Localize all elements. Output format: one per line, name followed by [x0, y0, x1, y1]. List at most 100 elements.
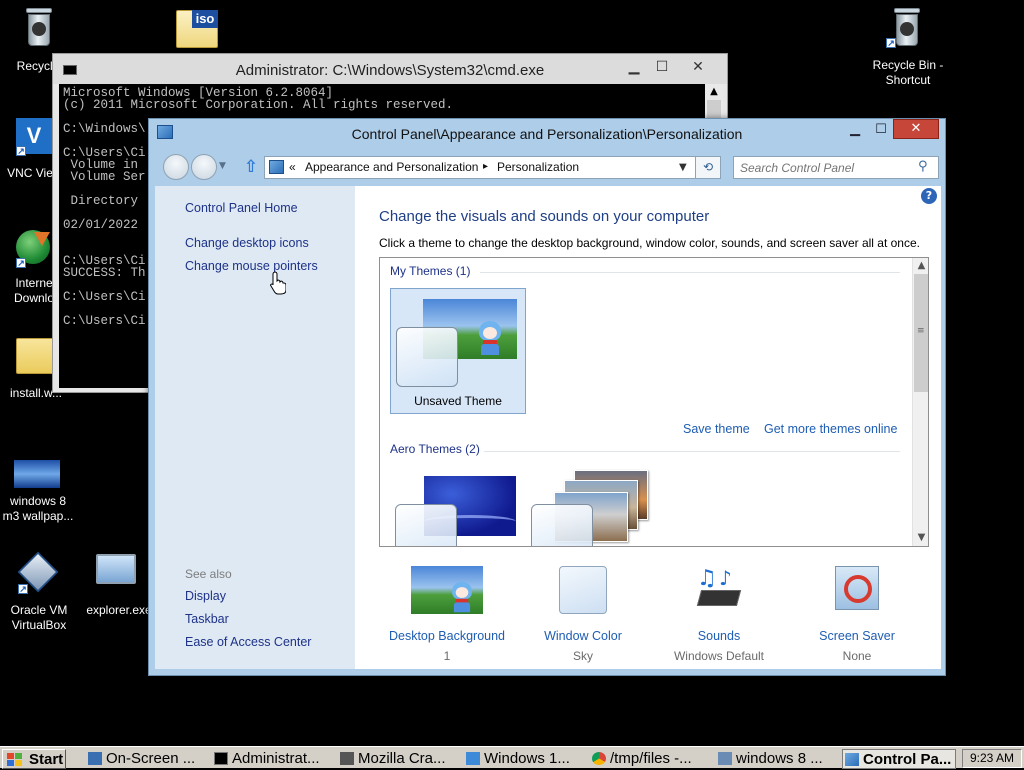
- console-line: 02/01/2022: [63, 218, 139, 232]
- unsaved-theme-tile[interactable]: Unsaved Theme: [390, 288, 526, 414]
- scroll-up-arrow-icon[interactable]: ▲: [705, 84, 723, 100]
- recent-pages-dropdown-icon[interactable]: ▼: [219, 161, 226, 171]
- iso-file-icon[interactable]: iso: [170, 4, 226, 52]
- themes-scrollbar[interactable]: ▲ ≡ ▼: [912, 258, 928, 546]
- wallpaper-label: windows 8 m3 wallpap...: [2, 494, 74, 523]
- search-box[interactable]: ⚲: [733, 156, 939, 179]
- taskbar-item-onscreen-keyboard[interactable]: On-Screen ...: [86, 749, 204, 769]
- console-line: (c) 2011 Microsoft Corporation. All righ…: [63, 98, 454, 112]
- virtualbox-icon[interactable]: ↗ Oracle VM VirtualBox: [4, 551, 74, 632]
- page-heading: Change the visuals and sounds on your co…: [379, 208, 710, 225]
- sounds-value: Windows Default: [673, 649, 765, 663]
- control-panel-window[interactable]: Control Panel\Appearance and Personaliza…: [148, 118, 946, 676]
- window-color-link[interactable]: Window Color: [525, 629, 641, 643]
- screen-saver-icon: [835, 566, 879, 610]
- computer-icon: [96, 554, 136, 584]
- taskbar-item-control-panel[interactable]: Control Pa...: [842, 749, 956, 769]
- landscapes-theme-tile[interactable]: [528, 470, 658, 546]
- ease-of-access-link[interactable]: Ease of Access Center: [185, 635, 311, 649]
- taskbar-item-label: On-Screen ...: [106, 750, 196, 767]
- themes-list[interactable]: My Themes (1) Unsaved Theme Save theme G…: [379, 257, 929, 547]
- crash-reporter-icon: [340, 752, 354, 765]
- control-panel-title: Control Panel\Appearance and Personaliza…: [351, 126, 743, 142]
- explorer-exe-icon[interactable]: explorer.exe: [84, 552, 154, 622]
- hand-cursor-icon: [270, 271, 286, 295]
- taskbar-item-mozilla-crash[interactable]: Mozilla Cra...: [338, 749, 456, 769]
- scroll-up-arrow-icon[interactable]: ▲: [913, 258, 928, 274]
- taskbar-item-label: Mozilla Cra...: [358, 750, 446, 767]
- taskbar-link[interactable]: Taskbar: [185, 612, 229, 626]
- taskbar-item-windows8[interactable]: windows 8 ...: [716, 749, 834, 769]
- start-button[interactable]: Start: [2, 749, 66, 769]
- control-panel-home-link[interactable]: Control Panel Home: [185, 201, 298, 215]
- start-label: Start: [29, 751, 64, 768]
- taskbar-item-windows[interactable]: Windows 1...: [464, 749, 582, 769]
- screen-saver-link[interactable]: Screen Saver: [799, 629, 915, 643]
- cirno-character: [477, 321, 503, 355]
- breadcrumb-separator[interactable]: ▸: [483, 161, 488, 172]
- windows-theme-tile[interactable]: [390, 470, 520, 546]
- main-content-pane: ? Change the visuals and sounds on your …: [355, 186, 941, 669]
- save-theme-link[interactable]: Save theme: [683, 422, 750, 436]
- recycle-bin-shortcut-icon[interactable]: ↗ Recycle Bin - Shortcut: [862, 6, 954, 90]
- minimize-button[interactable]: ▁: [843, 121, 867, 139]
- keyboard-icon: [88, 752, 102, 765]
- vnc-viewer-icon[interactable]: V ↗ VNC Vie: [0, 116, 60, 186]
- unsaved-theme-label: Unsaved Theme: [414, 394, 502, 408]
- cmd-titlebar[interactable]: Administrator: C:\Windows\System32\cmd.e…: [53, 54, 727, 84]
- search-input[interactable]: [740, 159, 910, 177]
- address-location-icon: [269, 160, 284, 174]
- back-button[interactable]: [163, 154, 189, 180]
- help-icon[interactable]: ?: [921, 188, 937, 204]
- taskbar-item-cmd[interactable]: Administrat...: [212, 749, 330, 769]
- landscapes-theme-window-preview: [531, 504, 593, 546]
- maximize-button[interactable]: ☐: [869, 121, 893, 139]
- taskbar: Start On-Screen ... Administrat... Mozil…: [0, 746, 1024, 769]
- cmd-icon: [214, 752, 228, 765]
- screen-saver-value: None: [842, 649, 872, 663]
- maximize-button[interactable]: ☐: [647, 57, 677, 77]
- aero-themes-header[interactable]: Aero Themes (2): [390, 442, 480, 456]
- scroll-down-arrow-icon[interactable]: ▼: [913, 530, 928, 546]
- taskbar-item-label: Administrat...: [232, 750, 320, 767]
- display-link[interactable]: Display: [185, 589, 226, 603]
- page-subheading: Click a theme to change the desktop back…: [379, 236, 920, 250]
- address-bar[interactable]: « Appearance and Personalization ▸ Perso…: [264, 156, 704, 179]
- wallpaper-thumbnail: [14, 460, 60, 488]
- scroll-grip-icon: ≡: [917, 326, 925, 336]
- explorer-label: explorer.exe: [86, 603, 152, 617]
- up-level-button[interactable]: ⇧: [243, 158, 259, 176]
- sounds-icon: ♫ ♪: [693, 566, 745, 614]
- desktop-background-value: 1: [443, 649, 451, 663]
- windows-theme-window-preview: [395, 504, 457, 546]
- search-icon[interactable]: ⚲: [918, 159, 928, 174]
- breadcrumb-appearance[interactable]: Appearance and Personalization: [305, 160, 478, 174]
- vnc-viewer-label: VNC Vie: [7, 166, 53, 180]
- left-nav-pane: Control Panel Home Change desktop icons …: [155, 186, 355, 669]
- get-more-themes-link[interactable]: Get more themes online: [764, 422, 897, 436]
- forward-button[interactable]: [191, 154, 217, 180]
- windows-logo-icon: [7, 753, 23, 767]
- cirno-character: [450, 581, 473, 613]
- theme-window-color-preview: [396, 327, 458, 387]
- system-clock[interactable]: 9:23 AM: [962, 749, 1022, 768]
- my-themes-header[interactable]: My Themes (1): [390, 264, 470, 278]
- breadcrumb-chevrons[interactable]: «: [289, 160, 296, 174]
- close-button[interactable]: ✕: [683, 57, 713, 77]
- iso-badge: iso: [192, 10, 218, 28]
- change-mouse-pointers-link[interactable]: Change mouse pointers: [185, 259, 318, 273]
- breadcrumb-personalization[interactable]: Personalization: [497, 160, 579, 174]
- sounds-link[interactable]: Sounds: [661, 629, 777, 643]
- address-dropdown-icon[interactable]: ▼: [679, 162, 687, 173]
- minimize-button[interactable]: ▁: [619, 57, 649, 77]
- refresh-button[interactable]: ⟲: [695, 156, 721, 179]
- close-button[interactable]: ✕: [893, 119, 939, 139]
- image-viewer-icon: [718, 752, 732, 765]
- change-desktop-icons-link[interactable]: Change desktop icons: [185, 236, 309, 250]
- desktop-background-link[interactable]: Desktop Background: [379, 629, 515, 643]
- console-line: C:\Windows\: [63, 122, 146, 136]
- wallpaper-file-icon[interactable]: windows 8 m3 wallpap...: [0, 458, 76, 528]
- taskbar-item-label: Control Pa...: [863, 751, 952, 768]
- taskbar-item-tmp-files[interactable]: /tmp/files -...: [590, 749, 708, 769]
- scroll-thumb[interactable]: [707, 100, 721, 120]
